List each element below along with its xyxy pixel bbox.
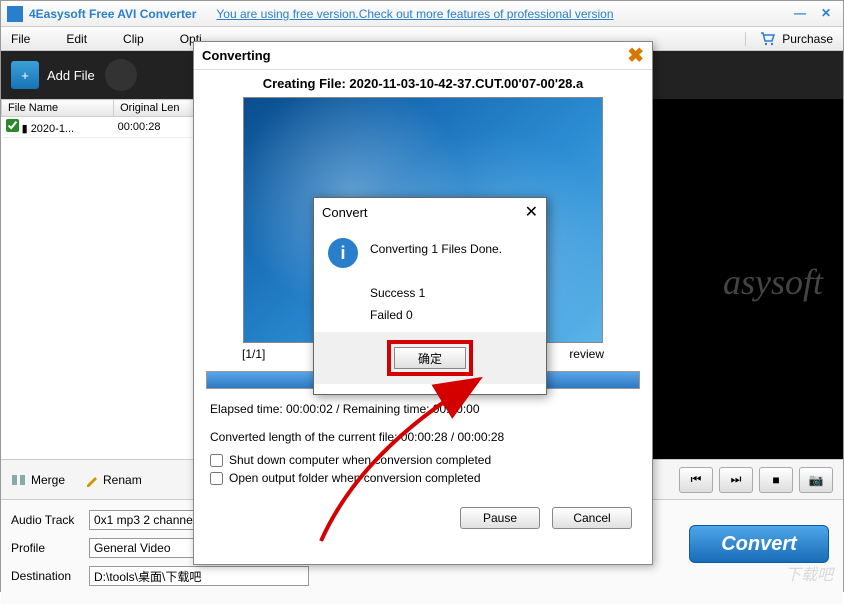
app-icon <box>7 6 23 22</box>
menu-edit[interactable]: Edit <box>66 32 87 46</box>
rename-button[interactable]: Renam <box>85 473 142 487</box>
open-folder-label: Open output folder when conversion compl… <box>229 471 481 485</box>
cart-icon <box>760 32 776 46</box>
file-icon: ▮ <box>22 123 28 135</box>
row-checkbox[interactable] <box>6 119 19 132</box>
add-file-label: Add File <box>47 68 95 83</box>
open-folder-checkbox[interactable] <box>210 472 223 485</box>
app-title: 4Easysoft Free AVI Converter <box>29 7 196 21</box>
dialog-close-icon[interactable]: ✖ <box>627 43 644 68</box>
destination-input[interactable] <box>89 566 309 586</box>
alert-title: Convert <box>322 205 368 220</box>
creating-file-label: Creating File: 2020-11-03-10-42-37.CUT.0… <box>194 70 652 97</box>
add-file-button[interactable]: + Add File <box>11 61 95 89</box>
cancel-button[interactable]: Cancel <box>552 507 632 529</box>
alert-success: Success 1 <box>370 282 502 304</box>
upgrade-link[interactable]: You are using free version.Check out mor… <box>216 7 613 21</box>
file-list-table: File Name Original Len ▮ 2020-1... 00:00… <box>1 99 220 138</box>
snapshot-button[interactable]: 📷 <box>799 467 833 493</box>
convert-button[interactable]: Convert <box>689 525 829 563</box>
pencil-icon <box>85 473 99 487</box>
site-watermark: 下载吧 <box>785 561 833 585</box>
purchase-label: Purchase <box>782 32 833 46</box>
file-name: 2020-1... <box>31 123 74 135</box>
merge-button[interactable]: Merge <box>11 473 65 487</box>
add-file-icon: + <box>11 61 39 89</box>
dialog-title: Converting <box>202 48 271 63</box>
purchase-button[interactable]: Purchase <box>745 32 833 46</box>
alert-close-icon[interactable]: ✕ <box>525 202 538 222</box>
stop-button[interactable]: ■ <box>759 467 793 493</box>
rename-label: Renam <box>103 473 142 487</box>
table-row[interactable]: ▮ 2020-1... 00:00:28 <box>2 117 220 138</box>
progress-counter: [1/1] <box>242 347 265 361</box>
menu-file[interactable]: File <box>11 32 30 46</box>
elapsed-time: Elapsed time: 00:00:02 / Remaining time:… <box>194 395 652 423</box>
pause-button[interactable]: Pause <box>460 507 540 529</box>
converted-length: Converted length of the current file: 00… <box>194 423 652 451</box>
toolbar-button[interactable] <box>105 59 137 91</box>
close-button[interactable]: ✕ <box>815 6 837 22</box>
ok-button[interactable]: 确定 <box>394 347 466 369</box>
menu-clip[interactable]: Clip <box>123 32 144 46</box>
profile-label: Profile <box>11 541 89 555</box>
watermark: asysoft <box>723 261 823 303</box>
prev-button[interactable]: ⏮ <box>679 467 713 493</box>
merge-icon <box>11 473 27 487</box>
destination-label: Destination <box>11 569 89 583</box>
col-filename[interactable]: File Name <box>2 100 114 117</box>
merge-label: Merge <box>31 473 65 487</box>
alert-message: Converting 1 Files Done. <box>370 238 502 260</box>
minimize-button[interactable]: — <box>789 6 811 22</box>
shutdown-checkbox[interactable] <box>210 454 223 467</box>
convert-done-dialog: Convert ✕ i Converting 1 Files Done. Suc… <box>313 197 547 395</box>
alert-failed: Failed 0 <box>370 304 502 326</box>
info-icon: i <box>328 238 358 268</box>
next-button[interactable]: ⏭ <box>719 467 753 493</box>
audio-track-label: Audio Track <box>11 513 89 527</box>
shutdown-label: Shut down computer when conversion compl… <box>229 453 491 467</box>
preview-label: review <box>569 347 604 361</box>
